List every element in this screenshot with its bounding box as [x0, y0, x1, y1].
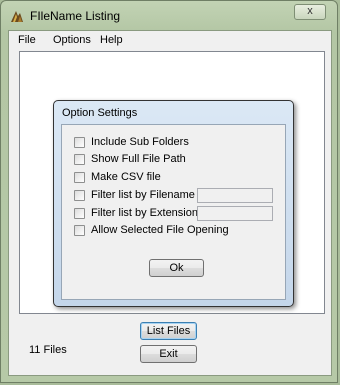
client-area: File Options Help Option Settings Includ…	[8, 30, 332, 376]
title-bar[interactable]: FIleName Listing x	[1, 1, 337, 29]
menu-help[interactable]: Help	[100, 34, 123, 46]
filename-filter-input[interactable]	[197, 188, 273, 203]
file-count-label: 11 Files	[29, 344, 67, 356]
option-label: Allow Selected File Opening	[91, 224, 229, 236]
main-window: FIleName Listing x File Options Help Opt…	[0, 0, 338, 383]
checkbox-include-sub-folders[interactable]	[74, 136, 85, 148]
option-filter-by-extension[interactable]: Filter list by Extension	[74, 206, 198, 220]
option-make-csv-file[interactable]: Make CSV file	[74, 170, 161, 184]
close-button[interactable]: x	[294, 4, 326, 20]
dialog-title: Option Settings	[62, 107, 138, 119]
menu-bar: File Options Help	[9, 31, 331, 50]
checkbox-allow-file-opening[interactable]	[74, 224, 85, 236]
option-label: Include Sub Folders	[91, 136, 189, 148]
list-files-button[interactable]: List Files	[140, 322, 197, 340]
checkbox-show-full-file-path[interactable]	[74, 153, 85, 165]
option-label: Show Full File Path	[91, 153, 186, 165]
extension-filter-input[interactable]	[197, 206, 273, 221]
menu-file[interactable]: File	[18, 34, 36, 46]
ok-button[interactable]: Ok	[149, 259, 204, 277]
exit-button[interactable]: Exit	[140, 345, 197, 363]
checkbox-filter-by-extension[interactable]	[74, 207, 85, 219]
checkbox-make-csv-file[interactable]	[74, 171, 85, 183]
option-include-sub-folders[interactable]: Include Sub Folders	[74, 135, 189, 149]
option-settings-dialog: Option Settings Include Sub Folders Show…	[53, 100, 294, 307]
option-filter-by-filename[interactable]: Filter list by Filename	[74, 188, 195, 202]
option-label: Filter list by Extension	[91, 207, 198, 219]
window-title: FIleName Listing	[30, 9, 121, 23]
close-icon: x	[307, 5, 313, 17]
option-show-full-file-path[interactable]: Show Full File Path	[74, 152, 186, 166]
dialog-body: Include Sub Folders Show Full File Path …	[61, 124, 286, 300]
app-icon	[11, 11, 23, 22]
checkbox-filter-by-filename[interactable]	[74, 189, 85, 201]
option-label: Filter list by Filename	[91, 189, 195, 201]
option-allow-file-opening[interactable]: Allow Selected File Opening	[74, 223, 229, 237]
menu-options[interactable]: Options	[53, 34, 91, 46]
option-label: Make CSV file	[91, 171, 161, 183]
